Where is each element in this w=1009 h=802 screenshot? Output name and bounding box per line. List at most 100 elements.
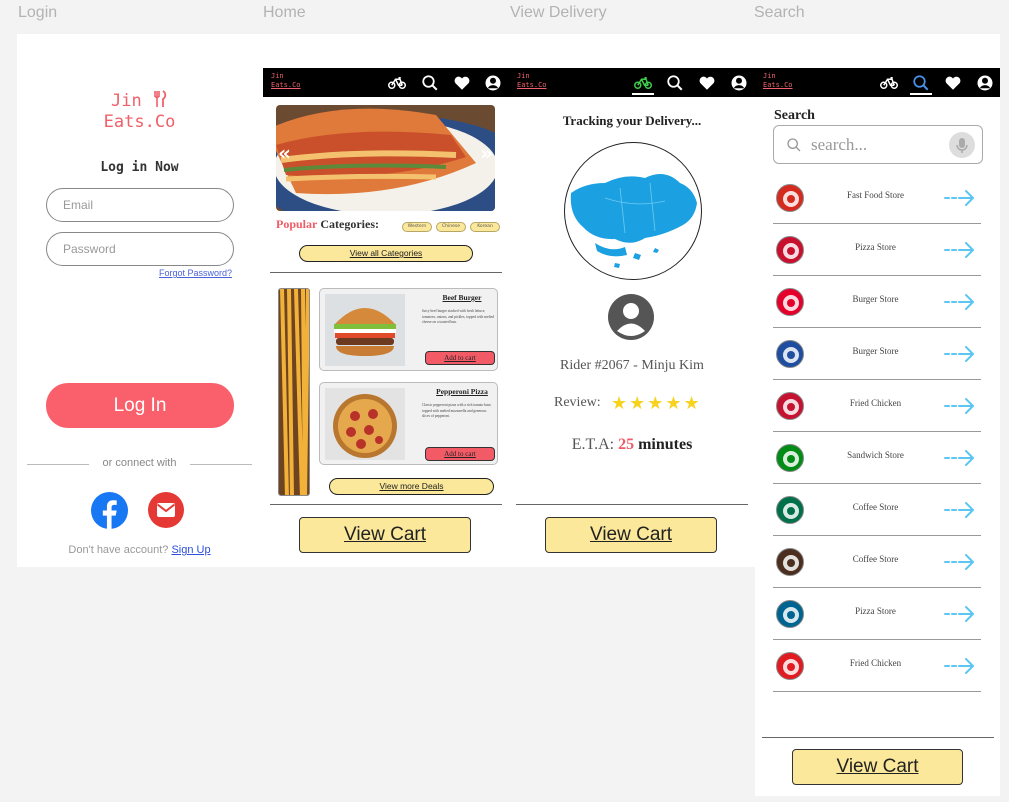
mcdonalds-logo — [776, 184, 804, 212]
carousel-prev-icon[interactable]: « — [278, 141, 291, 165]
store-row[interactable]: Sandwich Store — [773, 432, 981, 484]
arrow-right-icon[interactable] — [943, 500, 975, 524]
review-label: Review: — [554, 395, 601, 410]
search-icon — [787, 138, 801, 152]
section-divider — [516, 504, 748, 505]
search-placeholder: search... — [811, 135, 868, 154]
nav-logo[interactable]: Jin Eats.Co — [271, 72, 301, 90]
nav-logo[interactable]: Jin Eats.Co — [763, 72, 793, 90]
store-row[interactable]: Coffee Store — [773, 536, 981, 588]
store-row[interactable]: Pizza Store — [773, 224, 981, 276]
deal-card-burger[interactable]: Beef Burger Juicy beef burger stacked wi… — [319, 288, 498, 371]
category-chip-korean[interactable]: Korean — [470, 222, 500, 232]
delivery-map[interactable] — [564, 142, 702, 280]
category-chip-chinese[interactable]: Chinese — [436, 222, 466, 232]
active-tab-indicator — [632, 93, 654, 95]
profile-icon[interactable] — [484, 74, 502, 92]
starbucks-logo — [776, 496, 804, 524]
arrow-right-icon[interactable] — [943, 292, 975, 316]
fries-side-image — [278, 288, 310, 496]
add-to-cart-burger-button[interactable]: Add to cart — [425, 351, 495, 365]
arrow-right-icon[interactable] — [943, 396, 975, 420]
store-row[interactable]: Burger Store — [773, 276, 981, 328]
no-account-text: Don't have account? — [68, 544, 169, 556]
deal-title-burger[interactable]: Beef Burger — [430, 293, 494, 302]
view-all-categories-button[interactable]: View all Categories — [299, 245, 473, 262]
search-input[interactable]: search... — [773, 125, 983, 164]
deal-desc-pizza: Classic pepperoni pizza with a rich toma… — [422, 403, 492, 418]
add-to-cart-pizza-button[interactable]: Add to cart — [425, 447, 495, 461]
view-more-deals-button[interactable]: View more Deals — [329, 478, 494, 495]
bicycle-icon[interactable] — [880, 74, 898, 92]
carousel-next-icon[interactable]: » — [480, 141, 493, 165]
search-icon[interactable] — [666, 74, 684, 92]
store-row[interactable]: Fried Chicken — [773, 380, 981, 432]
profile-icon[interactable] — [730, 74, 748, 92]
password-field[interactable]: Password — [46, 232, 234, 266]
store-name: Fried Chicken — [849, 658, 902, 668]
login-title: Log in Now — [100, 160, 179, 175]
home-screen: Jin Eats.Co « » Popular Categories: West… — [263, 68, 509, 567]
heart-icon[interactable] — [944, 74, 962, 92]
bicycle-icon[interactable] — [388, 74, 406, 92]
search-icon[interactable] — [421, 74, 439, 92]
subway-logo — [776, 444, 804, 472]
top-nav-bar: Jin Eats.Co — [263, 68, 509, 97]
nav-logo-line2: Eats.Co — [517, 81, 547, 89]
rider-name: Rider #2067 - Minju Kim — [560, 358, 704, 373]
frame-label-login: Login — [18, 4, 58, 21]
dominos-logo — [776, 600, 804, 628]
store-name: Fried Chicken — [849, 398, 902, 408]
eta-label: E.T.A: 25 minutes — [509, 436, 755, 454]
facebook-icon[interactable] — [91, 492, 128, 529]
view-cart-button[interactable]: View Cart — [299, 517, 471, 553]
nav-logo[interactable]: Jin Eats.Co — [517, 72, 547, 90]
profile-icon[interactable] — [976, 74, 994, 92]
view-cart-button[interactable]: View Cart — [792, 749, 963, 785]
arrow-right-icon[interactable] — [943, 448, 975, 472]
arrow-right-icon[interactable] — [943, 344, 975, 368]
eta-label-text: E.T.A: — [571, 436, 615, 453]
store-name: Burger Store — [852, 294, 899, 304]
arrow-right-icon[interactable] — [943, 656, 975, 680]
artboard-header — [17, 34, 1000, 68]
heart-icon[interactable] — [453, 74, 471, 92]
store-row[interactable]: Fried Chicken — [773, 640, 981, 692]
eta-unit: minutes — [634, 436, 693, 453]
burger-image — [325, 294, 405, 366]
signup-link[interactable]: Sign Up — [171, 544, 210, 556]
popular-word: Popular — [276, 217, 318, 231]
store-row[interactable]: Pizza Store — [773, 588, 981, 640]
arrow-right-icon[interactable] — [943, 604, 975, 628]
email-field[interactable]: Email — [46, 188, 234, 222]
hero-carousel[interactable]: « » — [276, 105, 495, 211]
category-chip-western[interactable]: Western — [402, 222, 432, 232]
deal-title-pizza[interactable]: Pepperoni Pizza — [430, 387, 494, 396]
top-nav-bar: Jin Eats.Co — [509, 68, 755, 97]
store-name: Coffee Store — [852, 502, 899, 512]
login-button[interactable]: Log In — [46, 383, 234, 428]
coffee-bean-logo — [776, 548, 804, 576]
forgot-password-link[interactable]: Forgot Password? — [159, 268, 232, 278]
arrow-right-icon[interactable] — [943, 240, 975, 264]
bicycle-icon[interactable] — [634, 74, 652, 92]
section-divider — [270, 504, 502, 505]
email-icon[interactable] — [148, 492, 184, 528]
nav-logo-line2: Eats.Co — [271, 81, 301, 89]
nav-logo-line1: Jin — [271, 72, 284, 80]
view-cart-button[interactable]: View Cart — [545, 517, 717, 553]
arrow-right-icon[interactable] — [943, 188, 975, 212]
search-icon[interactable] — [912, 74, 930, 92]
pizza-hut-logo — [776, 236, 804, 264]
store-row[interactable]: Fast Food Store — [773, 172, 981, 224]
store-row[interactable]: Burger Store — [773, 328, 981, 380]
rating-stars[interactable]: ★★★★★ — [611, 393, 702, 414]
store-row[interactable]: Coffee Store — [773, 484, 981, 536]
top-nav-bar: Jin Eats.Co — [755, 68, 1000, 97]
connect-divider: or connect with — [27, 457, 252, 469]
arrow-right-icon[interactable] — [943, 552, 975, 576]
heart-icon[interactable] — [698, 74, 716, 92]
microphone-icon[interactable] — [949, 132, 975, 158]
signup-prompt: Don't have account? Sign Up — [17, 544, 262, 556]
deal-card-pizza[interactable]: Pepperoni Pizza Classic pepperoni pizza … — [319, 382, 498, 465]
